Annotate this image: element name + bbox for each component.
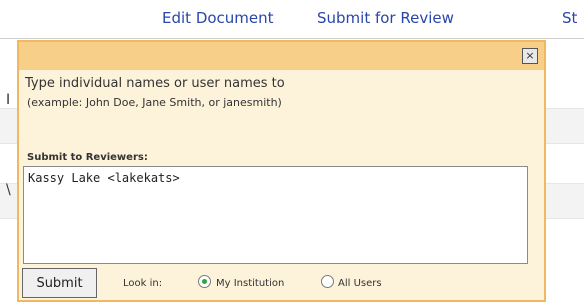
instruction-text: Type individual names or user names to xyxy=(25,76,285,91)
close-icon[interactable]: × xyxy=(522,48,538,64)
submit-for-review-popup: × Type individual names or user names to… xyxy=(17,40,546,302)
my-institution-label: My Institution xyxy=(216,278,285,289)
all-users-label: All Users xyxy=(338,278,382,289)
background-text: \ xyxy=(6,182,11,198)
popup-title-bar: × xyxy=(19,42,544,70)
nav-overflow-link[interactable]: St xyxy=(562,9,577,27)
example-text: (example: John Doe, Jane Smith, or janes… xyxy=(27,96,282,109)
submit-for-review-link[interactable]: Submit for Review xyxy=(317,9,454,27)
edit-document-link[interactable]: Edit Document xyxy=(162,9,274,27)
my-institution-radio[interactable] xyxy=(198,275,211,288)
background-text: I xyxy=(6,92,11,108)
submit-button[interactable]: Submit xyxy=(22,268,97,298)
top-navigation: Edit Document Submit for Review St xyxy=(0,0,584,39)
reviewers-textarea[interactable]: Kassy Lake <lakekats> xyxy=(23,166,528,264)
reviewers-label: Submit to Reviewers: xyxy=(27,152,148,163)
look-in-label: Look in: xyxy=(123,278,163,289)
all-users-radio[interactable] xyxy=(321,275,334,288)
